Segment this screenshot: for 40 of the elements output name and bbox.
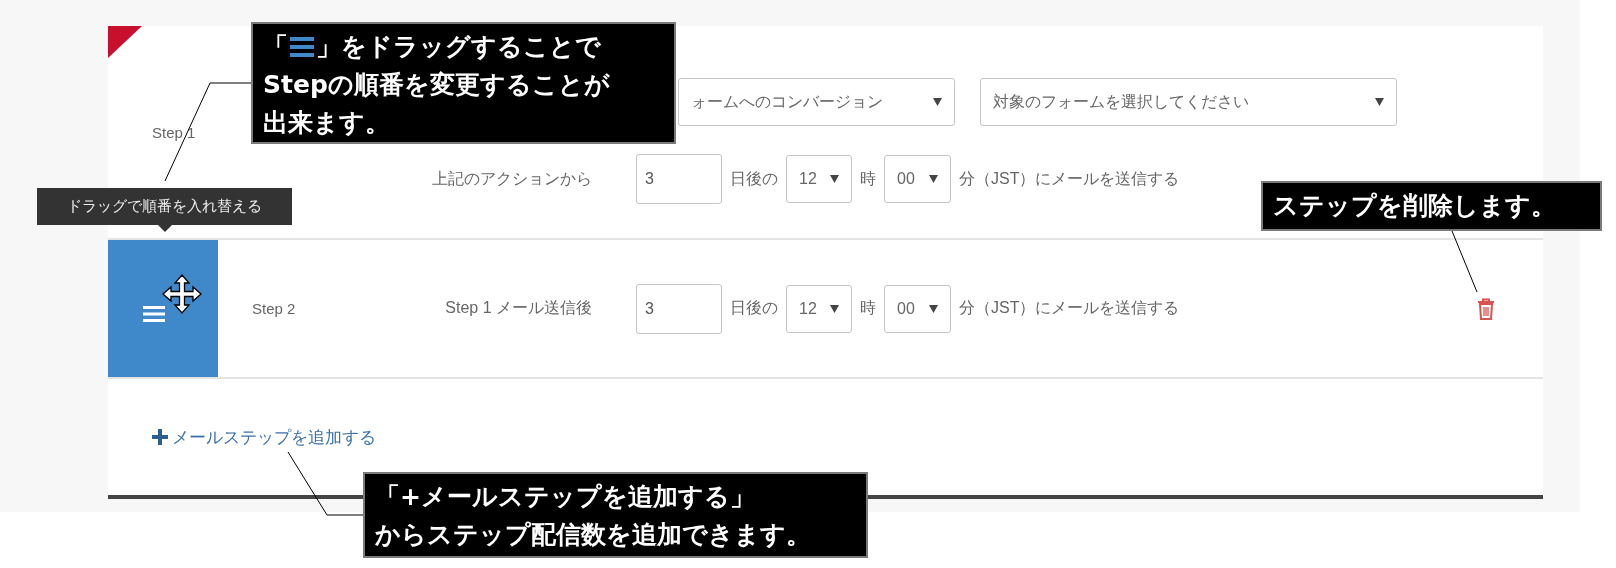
trigger-label: 上記のアクションから [431, 168, 592, 189]
step-label: Step 1 [152, 123, 196, 141]
caret-icon [830, 175, 839, 183]
minute-suffix: 分（JST）にメールを送信する [959, 168, 1180, 189]
caret-icon [933, 98, 942, 106]
callout-text: 」をドラッグすることで [316, 31, 601, 63]
drag-tooltip: ドラッグで順番を入れ替える [37, 188, 292, 232]
callout-text: ステップを削除します。 [1273, 190, 1556, 222]
callout-text: 「 [263, 31, 288, 63]
hour-suffix: 時 [860, 168, 876, 189]
add-step-link[interactable]: メールステップを追加する [152, 425, 376, 449]
days-field[interactable]: 3 [636, 283, 722, 334]
hamburger-icon [143, 305, 165, 322]
hour-select[interactable]: 12 [786, 284, 852, 333]
hour-suffix: 時 [860, 298, 876, 318]
days-suffix: 日後の [730, 298, 778, 318]
days-suffix: 日後の [730, 168, 778, 189]
plus-icon [152, 429, 168, 445]
caret-icon [929, 304, 938, 313]
drag-handle[interactable] [108, 240, 218, 377]
minute-select[interactable]: 00 [884, 284, 951, 333]
caret-icon [830, 304, 839, 313]
caret-icon [929, 175, 938, 183]
minute-suffix: 分（JST）にメールを送信する [959, 298, 1180, 318]
hour-select[interactable]: 12 [786, 155, 852, 203]
callout-text: からステップ配信数を追加できます。 [375, 519, 811, 551]
caret-icon [1375, 98, 1384, 106]
trash-icon[interactable] [1477, 297, 1495, 320]
corner-ribbon [108, 26, 142, 58]
hamburger-icon [290, 37, 314, 57]
step-label: Step 2 [252, 300, 296, 317]
days-field[interactable]: 3 [636, 154, 722, 204]
callout-text: Stepの順番を変更することが [263, 69, 610, 101]
callout-text: 出来ます。 [263, 107, 390, 139]
trigger-select[interactable]: ォームへのコンバージョン [678, 78, 955, 126]
move-cursor-icon [162, 274, 202, 314]
minute-select[interactable]: 00 [884, 155, 951, 203]
trigger-label: Step 1 メール送信後 [444, 298, 592, 318]
callout-text: 「+メールステップを追加する」 [375, 481, 755, 513]
trigger-select[interactable]: 対象のフォームを選択してください [980, 78, 1397, 126]
